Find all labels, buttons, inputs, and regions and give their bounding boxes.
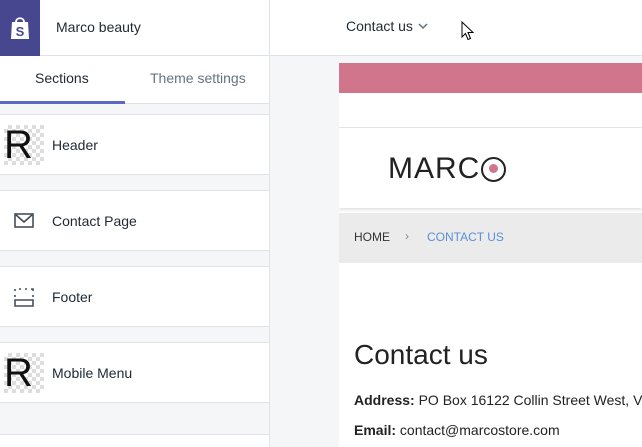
page-heading: Contact us [354, 339, 488, 370]
tab-sections[interactable]: Sections [35, 70, 89, 86]
section-item-label: Header [52, 137, 98, 153]
store-name: Marco beauty [56, 19, 141, 35]
email-line: Email: contact@marcostore.com [354, 422, 560, 438]
address-line: Address: PO Box 16122 Collin Street West… [354, 392, 642, 408]
svg-text:S: S [16, 24, 25, 39]
brand-logo[interactable]: MARC [388, 152, 507, 186]
announcement-bar [339, 63, 642, 93]
site-header: MARC [339, 128, 642, 208]
address-value: PO Box 16122 Collin Street West, V [418, 392, 642, 408]
chevron-down-icon [418, 22, 428, 29]
page-selector-label: Contact us [346, 18, 413, 34]
sections-sidebar: Sections Theme settings R Header Contact… [0, 56, 270, 447]
breadcrumb: HOME › CONTACT US [339, 213, 642, 263]
footer-layout-icon [14, 288, 34, 307]
header-thumbnail: R [4, 125, 44, 165]
section-item-header[interactable]: R Header [0, 114, 269, 175]
tab-theme-settings[interactable]: Theme settings [150, 70, 246, 86]
email-value[interactable]: contact@marcostore.com [400, 422, 560, 438]
section-item-mobile-menu[interactable]: R Mobile Menu [0, 342, 269, 403]
section-item-label: Mobile Menu [52, 365, 133, 381]
section-item-contact-page[interactable]: Contact Page [0, 190, 269, 251]
breadcrumb-current: CONTACT US [427, 230, 504, 244]
section-item-label: Contact Page [52, 213, 137, 229]
shopify-logo[interactable]: S [0, 0, 40, 56]
section-item-footer[interactable]: Footer [0, 266, 269, 327]
breadcrumb-separator: › [405, 229, 409, 243]
sidebar-tabs: Sections Theme settings [0, 56, 269, 104]
divider [269, 0, 270, 56]
brand-logo-text: MARC [388, 152, 481, 185]
envelope-icon [14, 213, 34, 228]
top-bar: S Marco beauty Contact us [0, 0, 642, 56]
breadcrumb-home-link[interactable]: HOME [354, 230, 390, 244]
store-preview: MARC HOME › CONTACT US Contact us Addres… [339, 63, 642, 447]
top-nav-bar [339, 93, 642, 128]
add-section-area [0, 434, 269, 447]
shopping-bag-icon: S [11, 17, 29, 39]
mobile-menu-thumbnail: R [4, 353, 44, 393]
mouse-pointer-icon [461, 21, 474, 41]
address-label: Address: [354, 392, 415, 408]
active-tab-indicator [0, 101, 125, 104]
brand-logo-o-icon [481, 156, 507, 182]
section-item-label: Footer [52, 289, 93, 305]
page-selector[interactable]: Contact us [346, 18, 428, 34]
email-label: Email: [354, 422, 397, 438]
